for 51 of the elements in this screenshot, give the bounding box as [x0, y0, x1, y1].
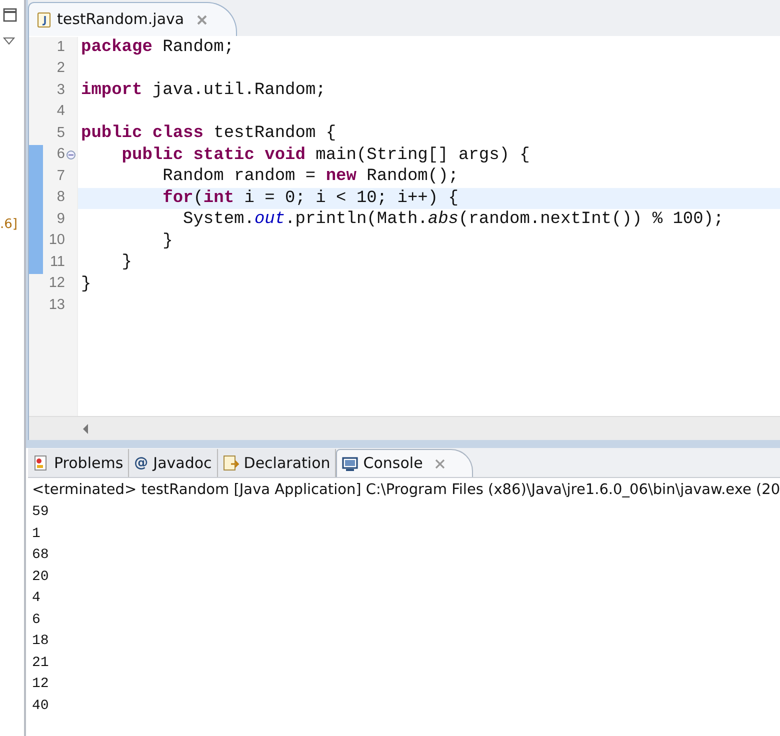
line-number: 1 [56, 38, 65, 57]
panel-tab[interactable]: Declaration [218, 449, 336, 477]
panel-tab[interactable]: Console [336, 449, 473, 477]
console-output-line: 40 [31, 696, 50, 716]
console-icon [342, 456, 358, 472]
declaration-icon [222, 455, 239, 471]
tree-label: .6] [0, 217, 18, 233]
close-icon[interactable] [196, 14, 208, 26]
console-output-line: 18 [31, 632, 50, 651]
java-file-icon [37, 12, 51, 28]
line-number: 3 [56, 80, 65, 100]
code-line: public static void main(String[] args) { [120, 144, 531, 166]
horizontal-scrollbar[interactable] [29, 416, 780, 440]
code-line: public class testRandom { [80, 123, 338, 144]
collapse-icon[interactable] [66, 150, 76, 160]
console-output-line: 59 [31, 503, 50, 522]
code-line: } [80, 274, 92, 295]
line-number: 13 [48, 296, 65, 315]
panel-tab[interactable]: Problems [28, 449, 130, 477]
line-number: 10 [48, 231, 65, 250]
console-header: <terminated> testRandom [Java Application] C:\Program Files (x86)\Java\jre1.6.0_06\bin\javaw.exe (20 [31, 481, 780, 500]
code-line: } [120, 252, 134, 274]
console-output-line: 4 [31, 589, 42, 608]
console-output-line: 21 [31, 654, 50, 672]
line-number: 4 [56, 102, 65, 122]
line-number: 6 [56, 145, 65, 164]
code-line: } [162, 230, 174, 252]
code-line: Random random = new Random(); [162, 166, 460, 188]
console-output-line: 20 [31, 568, 50, 586]
dropdown-icon[interactable] [3, 37, 15, 45]
line-number: 2 [56, 59, 65, 78]
at-icon: @ [134, 452, 148, 474]
code-line: package Random; [80, 37, 236, 58]
line-number: 7 [56, 166, 65, 186]
line-number: 5 [56, 124, 65, 143]
problems-icon [33, 455, 49, 471]
line-number: 12 [48, 274, 65, 294]
code-line: import java.util.Random; [80, 80, 327, 102]
console-output-line: 1 [31, 524, 42, 544]
line-number: 8 [56, 188, 65, 208]
console-output-line: 6 [31, 610, 42, 630]
scroll-left-icon[interactable] [83, 424, 89, 434]
panel-tab[interactable]: @ Javadoc [129, 449, 218, 477]
code-line: System.out.println(Math.abs(random.nextInt()) % 100); [182, 209, 725, 230]
editor-tab[interactable]: testRandom.java [28, 2, 238, 36]
console-output-line: 12 [31, 675, 50, 694]
console-output-line: 68 [31, 546, 50, 565]
maximize-icon[interactable] [3, 8, 17, 22]
close-icon[interactable] [434, 458, 446, 470]
line-number: 11 [48, 252, 65, 272]
line-number: 9 [56, 210, 65, 229]
